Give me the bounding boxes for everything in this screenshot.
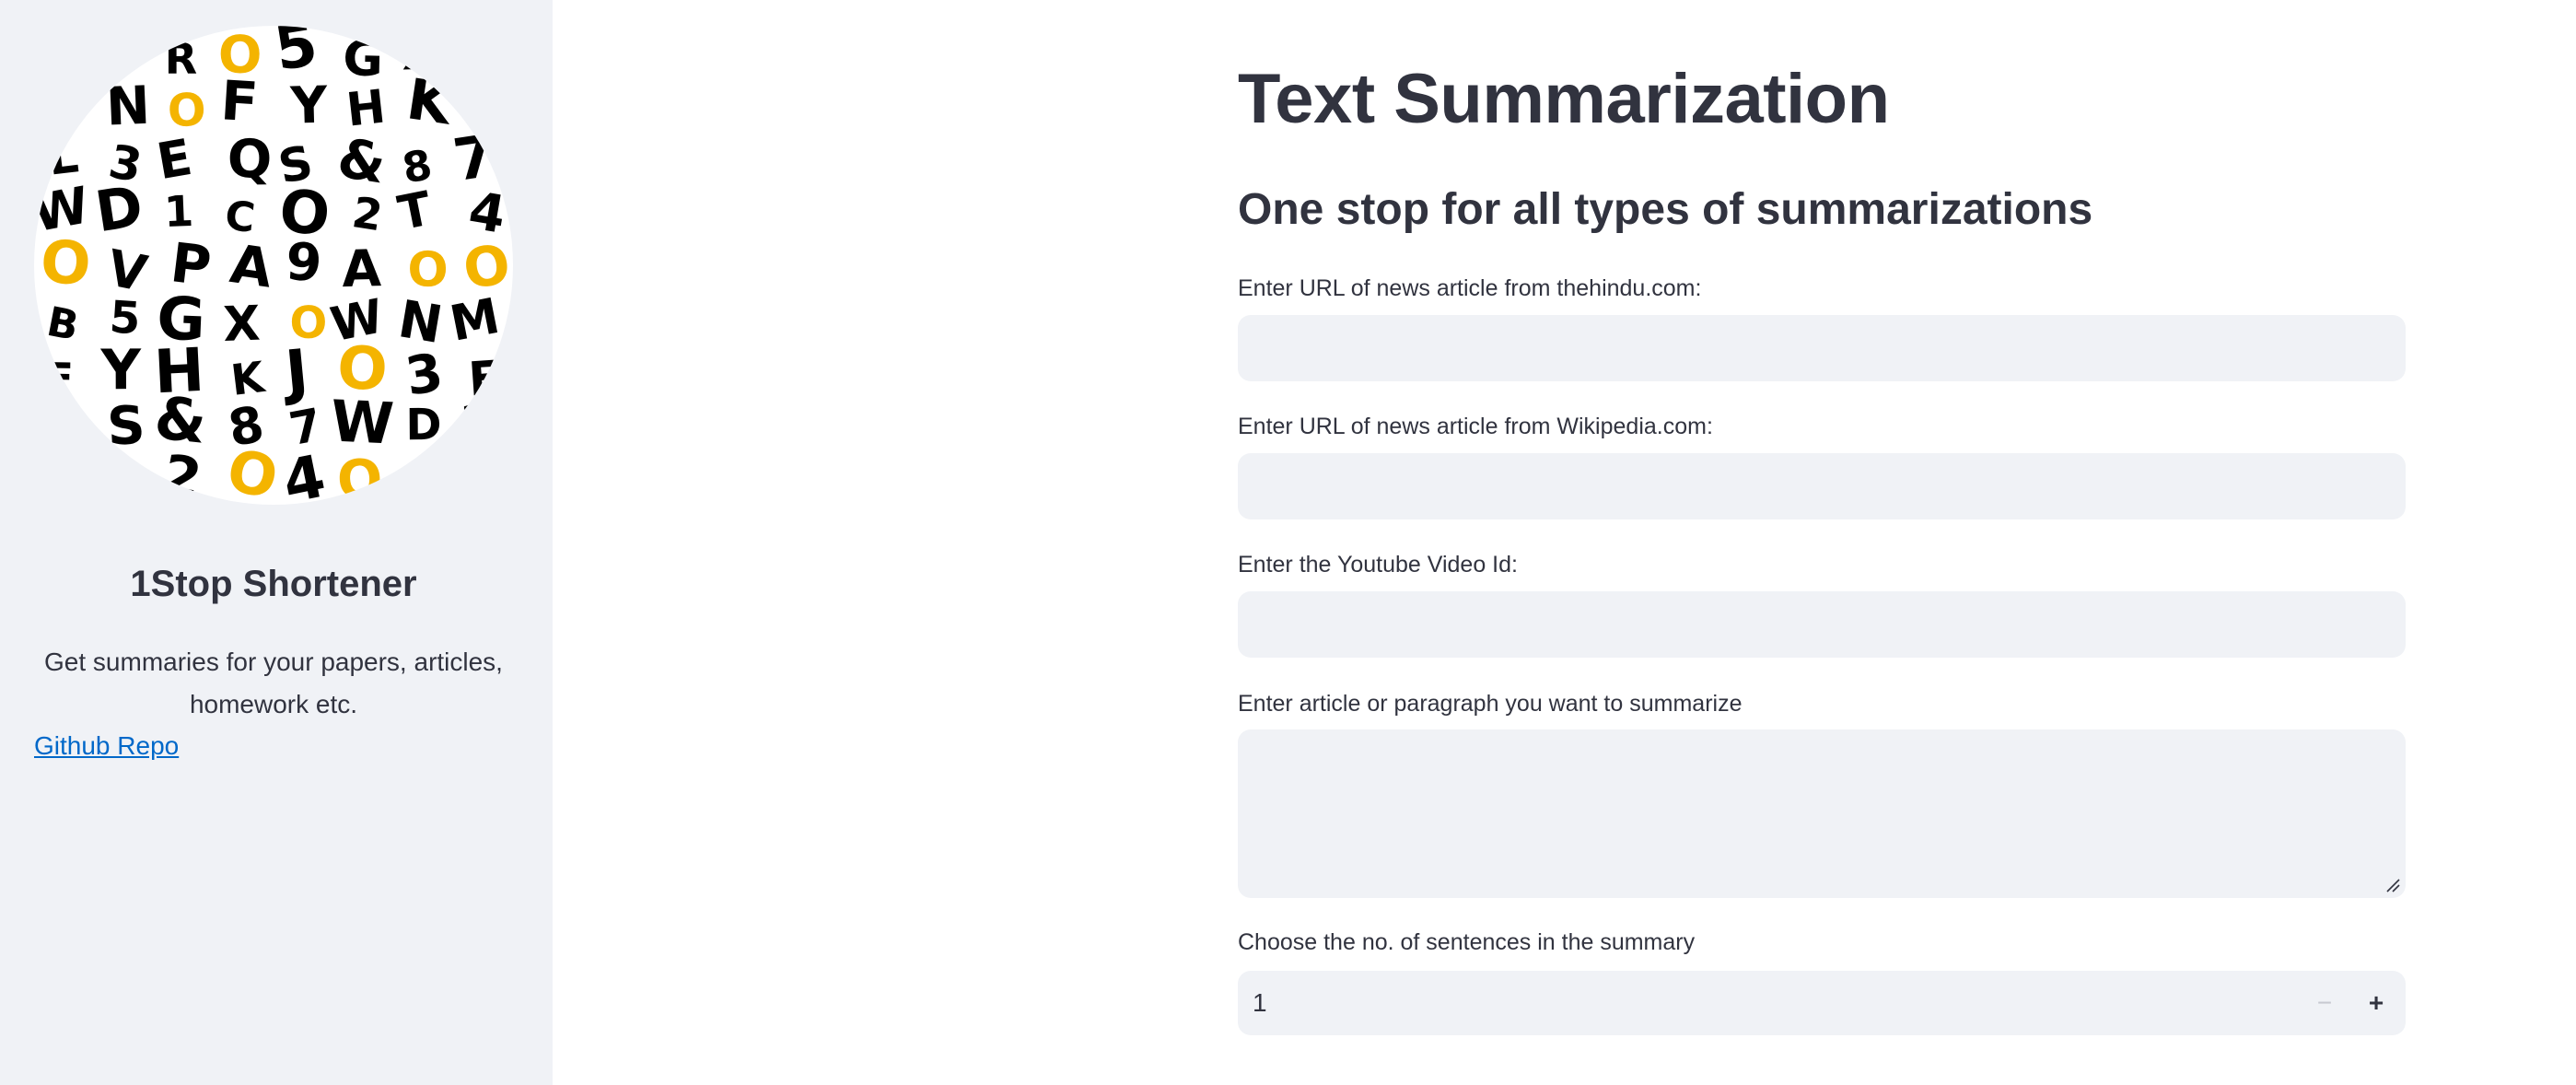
sentences-value[interactable]: 1	[1253, 971, 1267, 1035]
logo-letter-glyph: O	[43, 29, 83, 83]
app-name: 1Stop Shortener	[130, 564, 417, 604]
logo-letter-glyph: O	[34, 67, 88, 141]
hindu-url-input[interactable]	[1240, 317, 2404, 379]
page-subtitle: One stop for all types of summarizations	[1238, 185, 2093, 234]
page-title: Text Summarization	[1238, 60, 1890, 138]
wiki-url-input[interactable]	[1240, 455, 2404, 518]
logo-letter-glyph: O	[167, 84, 206, 137]
resize-handle-icon[interactable]	[2384, 876, 2400, 892]
logo-letter-glyph: E	[153, 128, 196, 191]
sentences-number-input[interactable]: 1 − +	[1238, 971, 2406, 1035]
youtube-id-label: Enter the Youtube Video Id:	[1238, 552, 1518, 578]
paragraph-label: Enter article or paragraph you want to s…	[1238, 691, 1743, 717]
app-description: Get summaries for your papers, articles,…	[44, 648, 503, 718]
logo-letter-glyph: A	[227, 232, 276, 300]
sidebar: O U R O 5 G X S O N O F Y H K J L 3 E Q S & 8 7 W D 1 C O 2 T 4 O V P A 9 A O O…	[0, 0, 553, 1085]
logo-letter-glyph: 9	[284, 232, 323, 294]
logo-letter-glyph: O	[407, 242, 449, 298]
logo-letter-glyph: G	[343, 30, 384, 88]
logo-letter-glyph: T	[394, 182, 437, 242]
logo-letter-glyph: 1	[457, 391, 500, 456]
decrement-button[interactable]: −	[2299, 971, 2350, 1035]
app-logo-image: O U R O 5 G X S O N O F Y H K J L 3 E Q S & 8 7 W D 1 C O 2 T 4 O V P A 9 A O O…	[34, 26, 513, 505]
logo-letter-glyph: O	[39, 228, 93, 300]
logo-letter-glyph: M	[446, 288, 505, 353]
increment-button[interactable]: +	[2350, 971, 2402, 1035]
logo-letter-glyph: O	[42, 398, 91, 460]
wiki-url-label: Enter URL of news article from Wikipedia…	[1238, 414, 1713, 439]
logo-letter-glyph: 1	[163, 186, 194, 237]
logo-letter-glyph: D	[91, 174, 147, 246]
logo-letter-glyph: C	[41, 456, 82, 505]
logo-letter-glyph: Y	[289, 76, 330, 135]
paragraph-field[interactable]	[1238, 729, 2406, 898]
logo-letter-glyph: Q	[227, 129, 273, 191]
logo-letter-glyph: 3	[402, 342, 447, 407]
logo-letter-glyph: B	[43, 298, 83, 350]
logo-letter-glyph: U	[101, 26, 146, 81]
logo-letter-glyph: P	[467, 451, 502, 504]
logo-letter-glyph: F	[219, 68, 260, 134]
sentences-label: Choose the no. of sentences in the summa…	[1238, 929, 1696, 955]
github-repo-link[interactable]: Github Repo	[34, 728, 179, 764]
logo-letter-glyph: X	[222, 297, 261, 353]
paragraph-textarea[interactable]	[1240, 731, 2404, 896]
logo-letter-glyph: F	[45, 354, 75, 402]
logo-letter-glyph: &	[333, 125, 390, 195]
logo-letter-glyph: E	[467, 351, 503, 407]
logo-letter-glyph: S	[463, 30, 500, 84]
logo-letters-pattern: O U R O 5 G X SO N O F Y H K JL 3 E Q S & 8 7WD 1 C O 2 T 4O V P A 9 A O O…	[34, 26, 513, 505]
app-root: O U R O 5 G X S O N O F Y H K J L 3 E Q S & 8 7 W D 1 C O 2 T 4 O V P A 9 A O O…	[0, 0, 2576, 1085]
logo-letter-glyph: 4	[277, 443, 331, 505]
logo-letter-glyph: O	[221, 437, 283, 505]
logo-letter-glyph: W	[330, 387, 396, 457]
logo-letter-glyph: O	[335, 447, 384, 505]
logo-letter-glyph: X	[401, 26, 449, 84]
logo-letter-glyph: V	[403, 461, 441, 505]
youtube-id-field[interactable]	[1238, 591, 2406, 658]
logo-letter-glyph: J	[474, 76, 502, 142]
wiki-url-field[interactable]	[1238, 453, 2406, 519]
logo-letter-glyph: 2	[349, 187, 386, 240]
logo-letter-glyph: D	[405, 400, 441, 450]
youtube-id-input[interactable]	[1240, 593, 2404, 656]
logo-letter-glyph: N	[105, 76, 151, 138]
hindu-url-label: Enter URL of news article from thehindu.…	[1238, 275, 1702, 301]
logo-letter-glyph: 5	[108, 291, 142, 344]
hindu-url-field[interactable]	[1238, 315, 2406, 381]
logo-letter-glyph: R	[165, 34, 197, 84]
logo-letter-glyph: Y	[99, 338, 142, 402]
